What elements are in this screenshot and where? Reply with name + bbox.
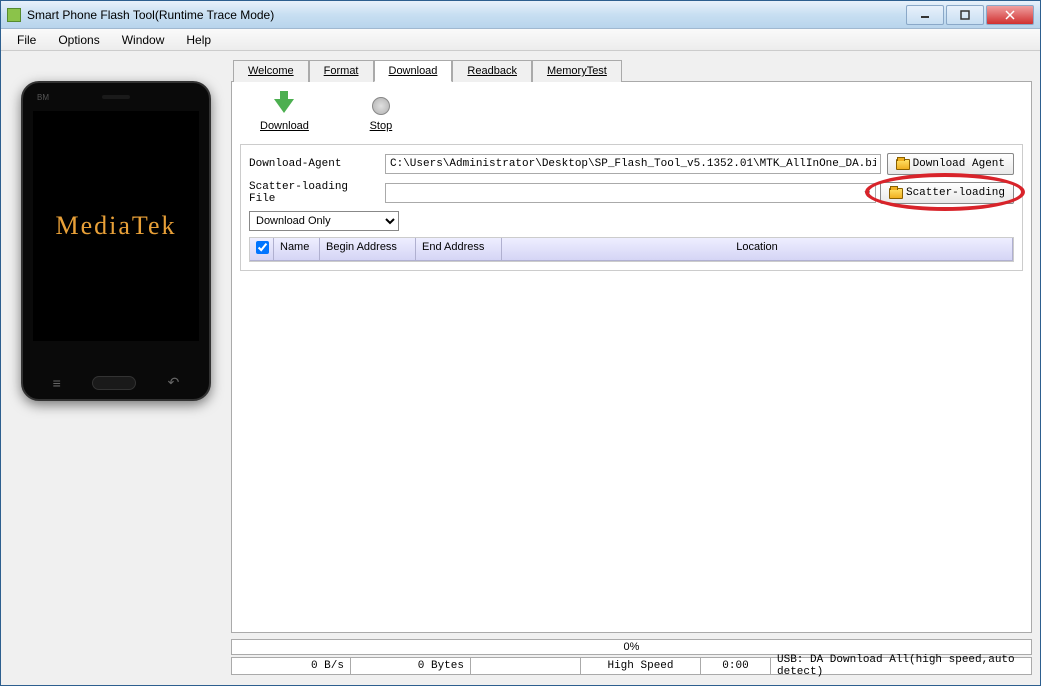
status-bytes: 0 Bytes <box>351 657 471 675</box>
status-connection: High Speed <box>581 657 701 675</box>
table-header: Name Begin Address End Address Location <box>250 238 1013 261</box>
close-button[interactable] <box>986 5 1034 25</box>
sidebar: BM MediaTek ≡ ↶ <box>1 51 231 637</box>
menu-window[interactable]: Window <box>112 31 175 49</box>
download-button-label: Download <box>260 120 309 132</box>
folder-icon <box>889 188 903 199</box>
status-time: 0:00 <box>701 657 771 675</box>
tab-bar: Welcome Format Download Readback MemoryT… <box>233 59 1032 81</box>
tab-welcome[interactable]: Welcome <box>233 60 309 82</box>
scatter-file-input[interactable] <box>385 183 876 203</box>
phone-corner-label: BM <box>37 93 49 102</box>
download-button[interactable]: Download <box>260 94 309 132</box>
titlebar: Smart Phone Flash Tool(Runtime Trace Mod… <box>1 1 1040 29</box>
minimize-button[interactable] <box>906 5 944 25</box>
col-begin-address[interactable]: Begin Address <box>320 238 416 260</box>
app-icon <box>7 8 21 22</box>
window-title: Smart Phone Flash Tool(Runtime Trace Mod… <box>27 8 906 22</box>
statusbar: 0% 0 B/s 0 Bytes High Speed 0:00 USB: DA… <box>1 637 1040 685</box>
download-agent-input[interactable] <box>385 154 881 174</box>
col-name[interactable]: Name <box>274 238 320 260</box>
phone-home-button <box>92 376 136 390</box>
scatter-loading-browse-button[interactable]: Scatter-loading <box>880 182 1014 204</box>
scatter-loading-browse-label: Scatter-loading <box>906 187 1005 199</box>
maximize-button[interactable] <box>946 5 984 25</box>
phone-preview: BM MediaTek ≡ ↶ <box>21 81 211 401</box>
tab-download[interactable]: Download <box>374 60 453 82</box>
download-mode-select[interactable]: Download Only <box>249 211 399 231</box>
status-usb: USB: DA Download All(high speed,auto det… <box>771 657 1032 675</box>
download-panel: Download Stop Download-Agent Download Ag… <box>231 81 1032 633</box>
tab-format[interactable]: Format <box>309 60 374 82</box>
menu-file[interactable]: File <box>7 31 46 49</box>
phone-screen: MediaTek <box>33 111 199 341</box>
phone-menu-icon: ≡ <box>53 375 61 391</box>
download-arrow-icon <box>274 99 294 113</box>
col-location[interactable]: Location <box>502 238 1013 260</box>
menubar: File Options Window Help <box>1 29 1040 51</box>
stop-button-label: Stop <box>370 120 393 132</box>
col-end-address[interactable]: End Address <box>416 238 502 260</box>
select-all-checkbox[interactable] <box>256 241 269 254</box>
phone-logo: MediaTek <box>55 211 176 241</box>
download-agent-browse-label: Download Agent <box>913 158 1005 170</box>
tab-readback[interactable]: Readback <box>452 60 532 82</box>
stop-button[interactable]: Stop <box>369 94 393 132</box>
status-blank <box>471 657 581 675</box>
scatter-file-label: Scatter-loading File <box>249 181 379 205</box>
phone-back-icon: ↶ <box>168 374 180 391</box>
stop-icon <box>372 97 390 115</box>
phone-earpiece <box>102 95 130 99</box>
progress-bar: 0% <box>231 639 1032 655</box>
menu-help[interactable]: Help <box>176 31 221 49</box>
download-agent-label: Download-Agent <box>249 158 379 170</box>
download-agent-browse-button[interactable]: Download Agent <box>887 153 1014 175</box>
tab-memorytest[interactable]: MemoryTest <box>532 60 622 82</box>
status-speed: 0 B/s <box>231 657 351 675</box>
menu-options[interactable]: Options <box>48 31 109 49</box>
folder-icon <box>896 159 910 170</box>
